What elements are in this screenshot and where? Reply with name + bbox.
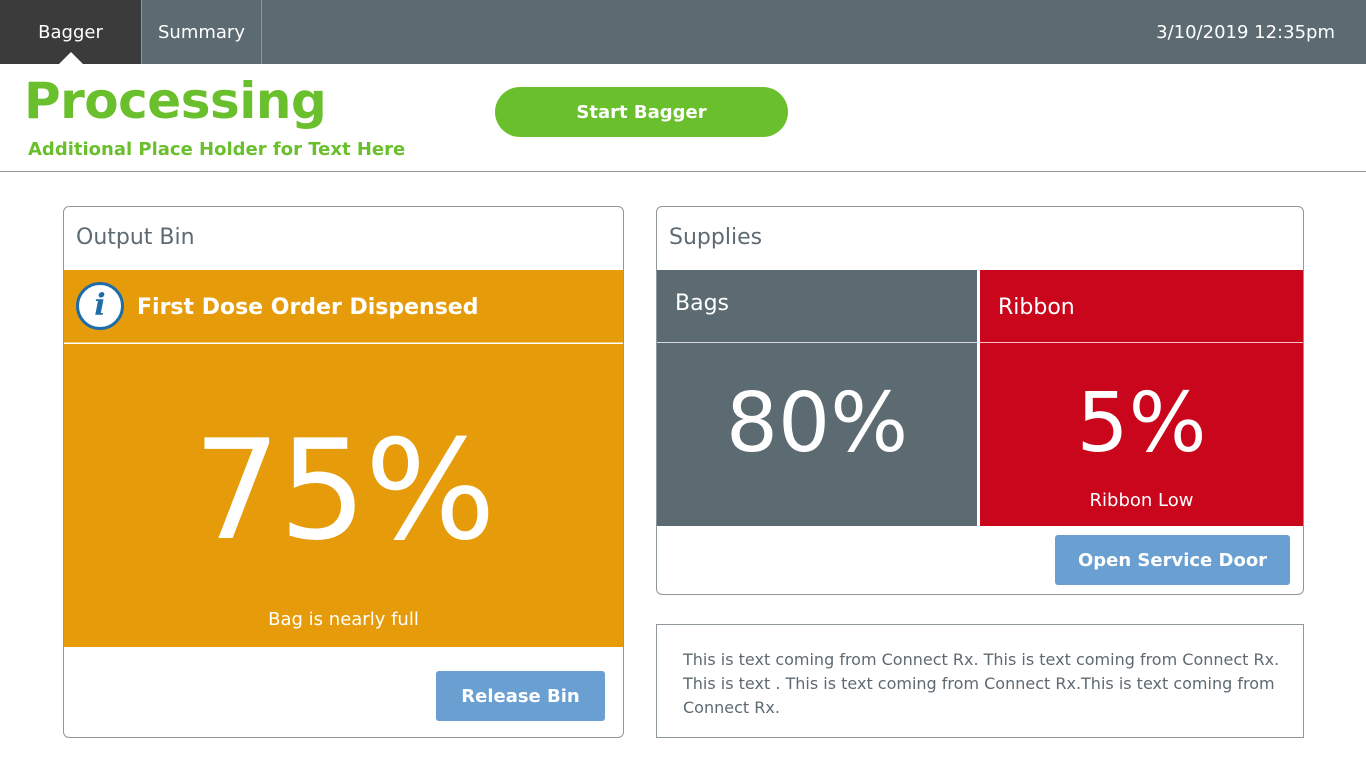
connect-rx-message: This is text coming from Connect Rx. Thi… [683, 650, 1280, 717]
supply-ribbon-label: Ribbon [998, 295, 1075, 320]
supply-bags-panel: Bags 80% [657, 270, 977, 526]
supply-ribbon-note: Ribbon Low [1089, 490, 1194, 511]
top-nav-bar: Bagger Summary 3/10/2019 12:35pm [0, 0, 1366, 64]
supplies-title: Supplies [669, 225, 763, 250]
supply-bags-label: Bags [675, 291, 730, 316]
tab-summary-label: Summary [158, 21, 245, 43]
output-bin-caption: Bag is nearly full [268, 609, 419, 630]
output-bin-level-panel: 75% Bag is nearly full [64, 344, 623, 647]
supply-ribbon-value: 5% [1076, 376, 1207, 471]
supply-bags-header: Bags [657, 270, 977, 343]
supply-ribbon-panel: Ribbon 5% Ribbon Low [980, 270, 1303, 526]
info-icon: i [76, 282, 124, 330]
supplies-card: Supplies Bags 80% Ribbon 5% Ribbon Low O… [656, 206, 1304, 595]
start-bagger-button[interactable]: Start Bagger [495, 87, 788, 137]
release-bin-button[interactable]: Release Bin [436, 671, 605, 721]
status-title: Processing [24, 72, 327, 130]
header-divider [0, 171, 1366, 172]
open-service-door-button[interactable]: Open Service Door [1055, 535, 1290, 585]
output-bin-card: Output Bin i First Dose Order Dispensed … [63, 206, 624, 738]
output-bin-title: Output Bin [76, 225, 195, 250]
connect-rx-message-box: This is text coming from Connect Rx. Thi… [656, 624, 1304, 738]
tab-summary[interactable]: Summary [141, 0, 262, 64]
supply-bags-value: 80% [725, 376, 909, 471]
active-tab-indicator [59, 52, 83, 64]
tab-bagger-label: Bagger [38, 21, 103, 43]
status-subtitle: Additional Place Holder for Text Here [28, 139, 406, 160]
tab-bagger[interactable]: Bagger [0, 0, 141, 64]
output-bin-fill-percent: 75% [193, 410, 496, 571]
output-bin-alert: i First Dose Order Dispensed [64, 270, 623, 343]
alert-message: First Dose Order Dispensed [137, 295, 479, 320]
supply-ribbon-header: Ribbon [980, 270, 1303, 343]
datetime-display: 3/10/2019 12:35pm [1156, 21, 1335, 43]
